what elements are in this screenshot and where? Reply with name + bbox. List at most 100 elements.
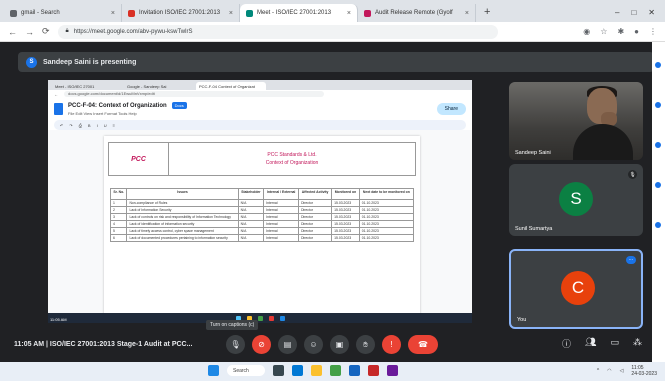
close-tab-icon[interactable]: × (347, 10, 351, 17)
back-icon[interactable]: ← (8, 27, 17, 37)
new-tab-button[interactable]: + (476, 6, 498, 22)
shared-tab: Meet - ISO/IEC 27001 (55, 83, 95, 89)
table-cell: 15.03.2023 (331, 220, 360, 228)
table-cell: Director (298, 199, 333, 207)
more-options-icon[interactable]: ⋯ (626, 256, 636, 264)
profile-icon[interactable]: ● (634, 27, 639, 36)
browser-tab[interactable]: Audit Release Remote (Gyolf × (358, 4, 476, 22)
shared-time: 11:05 AM (50, 317, 67, 322)
app-icon (268, 315, 274, 321)
wifi-icon[interactable]: ◠ (607, 368, 611, 374)
table-cell: 15.03.2023 (331, 227, 360, 235)
tab-label: Audit Release Remote (Gyolf (375, 10, 453, 16)
browser-tab[interactable]: gmail - Search × (4, 4, 122, 22)
doc-header-box: PCC PCC Standards & Ltd. Context of Orga… (108, 142, 416, 176)
self-tile[interactable]: ⋯ C You (509, 249, 643, 329)
chrome-icon[interactable] (330, 365, 341, 376)
table-cell: 15.03.2023 (331, 199, 360, 207)
table-cell: Internal (263, 234, 300, 242)
volume-icon[interactable]: ◁ (620, 368, 624, 374)
shared-tab: Google - Sandeep Sai (127, 83, 167, 89)
table-cell: N/A (237, 220, 265, 228)
browser-tab[interactable]: Invitation ISO/IEC 27001:2013 × (122, 4, 240, 22)
table-header-cell: Next date to be monitored on (358, 188, 415, 200)
reload-icon[interactable]: ⟳ (42, 26, 50, 37)
table-header-cell: Issues (126, 188, 239, 200)
meet-control-bar: 11:05 AM | ISO/IEC 27001:2013 Stage-1 Au… (0, 327, 652, 362)
info-icon[interactable]: ⓘ (562, 337, 571, 350)
lock-icon: 🔒︎ (65, 28, 69, 34)
table-header-cell: Affected Activity (298, 188, 333, 200)
table-row: 4 Lack of identification of information s… (109, 220, 415, 228)
close-tab-icon[interactable]: × (111, 10, 115, 17)
participant-name: You (517, 317, 527, 323)
table-cell: N/A (237, 234, 265, 242)
table-header-cell: Sr. No. (109, 188, 128, 200)
taskbar-apps: Search (208, 365, 398, 376)
table-cell: N/A (237, 206, 265, 214)
tab-label: Meet - ISO/IEC 27001:2013 (257, 10, 332, 16)
side-dot-icon (655, 222, 661, 228)
app-icon[interactable] (368, 365, 379, 376)
star-icon[interactable]: ☆ (600, 27, 607, 36)
side-dot-icon (655, 182, 661, 188)
presenting-banner: S Sandeep Saini is presenting (18, 52, 654, 72)
table-cell: Lack of controls on risk and responsibil… (126, 213, 239, 221)
participant-avatar: C (561, 271, 595, 305)
mic-icon[interactable]: 🎙︎ (226, 335, 245, 354)
table-cell: Internal (263, 213, 300, 221)
presenter-avatar: S (26, 56, 37, 68)
right-edge-panel (652, 42, 665, 362)
participant-tile-video[interactable]: Sandeep Saini (509, 82, 643, 160)
side-dot-icon (655, 102, 661, 108)
extension-icon[interactable]: ✱ (617, 27, 624, 36)
activities-icon[interactable]: ⁂ (633, 337, 642, 350)
doc-page: PCC PCC Standards & Ltd. Context of Orga… (104, 136, 420, 323)
camera-icon[interactable]: ◉ (583, 27, 590, 36)
emoji-icon[interactable]: ☺ (304, 335, 323, 354)
print-icon: ⎙ (78, 122, 82, 128)
underline-icon: U (103, 122, 107, 128)
file-explorer-icon[interactable] (311, 365, 322, 376)
chevron-up-icon[interactable]: ^ (597, 368, 599, 374)
table-cell: 01.10.2023 (358, 220, 415, 228)
context-table: Sr. No. Issues Stakeholder Internal / Exter… (109, 188, 415, 242)
close-window-icon[interactable]: ✕ (648, 8, 655, 17)
close-tab-icon[interactable]: × (229, 10, 233, 17)
task-view-icon[interactable] (273, 365, 284, 376)
present-icon[interactable]: ▣ (330, 335, 349, 354)
chat-icon[interactable]: ▭ (610, 337, 619, 350)
forward-icon[interactable]: → (25, 27, 34, 37)
table-cell: N/A (237, 227, 265, 235)
browser-tab-strip: gmail - Search × Invitation ISO/IEC 2700… (0, 0, 665, 22)
windows-start-icon[interactable] (208, 365, 219, 376)
raise-hand-icon[interactable]: ✋︎ (356, 335, 375, 354)
table-cell: 5 (109, 227, 128, 235)
edge-icon[interactable] (292, 365, 303, 376)
table-cell: Internal (263, 220, 300, 228)
menu-icon[interactable]: ⋮ (649, 27, 657, 36)
table-header-cell: Monitored on (331, 188, 360, 200)
table-row: 3 Lack of controls on risk and responsibi… (109, 213, 415, 221)
address-bar[interactable]: 🔒︎ https://meet.google.com/abv-pywu-kswT… (57, 24, 498, 39)
table-cell: 01.10.2023 (358, 199, 415, 207)
participant-tile[interactable]: 🎙︎ S Sunil Sumartya (509, 164, 643, 236)
clock[interactable]: 11:05 24-03-2023 (631, 365, 657, 377)
table-cell: Director (298, 220, 333, 228)
captions-icon[interactable]: ▤ (278, 335, 297, 354)
camera-off-icon[interactable]: ⊘ (252, 335, 271, 354)
maximize-icon[interactable]: □ (631, 8, 636, 17)
minimize-icon[interactable]: – (615, 8, 619, 17)
meet-stage: S Sandeep Saini is presenting Meet - ISO… (0, 42, 665, 362)
taskbar-search[interactable]: Search (227, 365, 265, 376)
close-tab-icon[interactable]: × (465, 10, 469, 17)
stop-presenting-icon[interactable]: ! (382, 335, 401, 354)
browser-tab-active[interactable]: Meet - ISO/IEC 27001:2013 × (240, 4, 358, 22)
people-icon[interactable]: 👥︎ (585, 337, 596, 350)
side-dot-icon (655, 142, 661, 148)
teams-icon[interactable] (387, 365, 398, 376)
clock-date: 24-03-2023 (631, 371, 657, 377)
table-cell: Lack of timely access control, cyber spa… (126, 227, 239, 235)
call-end-icon[interactable]: ☎︎ (408, 335, 438, 354)
word-icon[interactable] (349, 365, 360, 376)
